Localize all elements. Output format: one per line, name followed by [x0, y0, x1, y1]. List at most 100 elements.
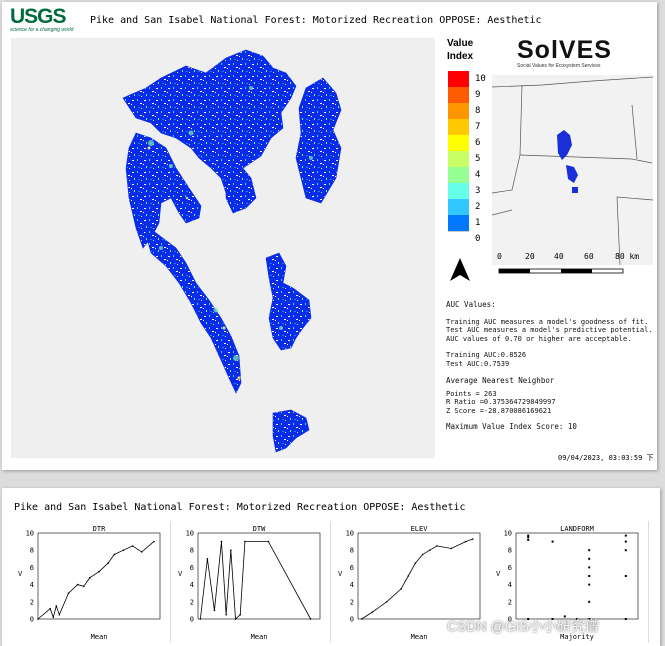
legend-label-8: 8 [475, 106, 481, 116]
forest-value-map [11, 38, 435, 458]
legend-swatch-3 [448, 183, 469, 199]
x-axis-label: Mean [91, 633, 108, 641]
data-point [428, 549, 431, 551]
data-point [206, 558, 209, 560]
data-point [624, 618, 627, 620]
data-point [153, 540, 155, 543]
data-point [98, 570, 100, 573]
x-axis-label: Mean [251, 633, 268, 641]
chart-title: DTW [253, 525, 266, 533]
data-point [244, 540, 246, 543]
y-tick-label: 2 [508, 598, 512, 606]
y-tick-label: 6 [190, 564, 194, 572]
data-point [107, 562, 109, 564]
scale-label-40: 40 [554, 252, 564, 261]
legend-swatch-0 [448, 231, 469, 232]
legend-label-9: 9 [475, 90, 481, 100]
north-arrow-icon [449, 257, 471, 287]
ann-points: Points = 263 [446, 389, 497, 398]
map-title: Pike and San Isabel National Forest: Mot… [90, 15, 542, 26]
response-line [199, 541, 311, 620]
solves-logo: SolVES [517, 36, 612, 64]
plot-area [197, 532, 321, 620]
data-point [76, 583, 79, 586]
max-value-index-score: Maximum Value Index Score: 10 [446, 422, 577, 431]
training-auc-row: Training AUC:0.8526 [446, 351, 656, 360]
data-point [239, 613, 242, 616]
y-tick-label: 8 [190, 547, 194, 555]
data-point [588, 549, 591, 552]
auc-statistics: AUC Values: Training AUC measures a mode… [446, 300, 656, 432]
chart-title: ELEV [411, 525, 429, 533]
scale-label-80: 80 km [615, 252, 640, 261]
y-axis-label: V [338, 570, 343, 578]
x-axis-label: Mean [411, 633, 428, 641]
map-panel: USGS science for a changing world Pike a… [2, 2, 657, 470]
data-point [414, 562, 417, 564]
y-axis-label: V [496, 570, 501, 578]
y-tick-label: 6 [508, 564, 512, 572]
legend-label-3: 3 [475, 186, 481, 196]
data-point [624, 549, 627, 552]
data-point [527, 534, 530, 537]
y-tick-label: 4 [350, 581, 354, 589]
locator-inset-map [491, 75, 654, 266]
data-point [371, 611, 374, 613]
training-auc-value: 0.8526 [500, 351, 527, 359]
y-tick-label: 4 [30, 581, 34, 589]
solves-subtitle: Social Values for Ecosystem Services [517, 63, 601, 69]
data-point [360, 618, 363, 620]
timestamp: 09/04/2023, 03:03:59 下 [558, 454, 654, 462]
y-tick-label: 2 [190, 598, 194, 606]
data-point [89, 576, 91, 579]
data-point [464, 540, 467, 543]
plot-area [357, 532, 481, 620]
y-tick-label: 10 [346, 530, 354, 538]
y-tick-label: 10 [186, 530, 194, 538]
data-point [230, 549, 232, 551]
watermark: CSDN @GIS小小研究僧 [447, 618, 599, 634]
y-tick-label: 6 [350, 564, 354, 572]
legend-swatch-2 [448, 199, 469, 215]
ann-z-score: Z Score =-28.870086169621 [446, 406, 552, 415]
legend-title: Value Index [447, 37, 473, 63]
usgs-logo: USGS science for a changing world [10, 5, 84, 37]
y-tick-label: 6 [30, 564, 34, 572]
chart-title: DTR [93, 525, 106, 533]
test-auc-label: Test AUC: [446, 359, 484, 368]
data-point [213, 609, 216, 612]
response-panel-title: Pike and San Isabel National Forest: Mot… [14, 502, 466, 513]
data-point [527, 538, 530, 541]
y-tick-label: 2 [350, 598, 354, 606]
y-tick-label: 4 [508, 581, 512, 589]
usgs-logo-text: USGS [10, 5, 67, 28]
response-chart-dtw: DTW 0 2 4 6 8 10 V Mean [172, 521, 331, 643]
data-point [400, 588, 402, 590]
data-point [588, 557, 591, 560]
response-line [37, 541, 155, 620]
auc-desc-3: AUC values of 0.70 or higher are accepta… [446, 334, 632, 343]
legend-title-line2: Index [447, 51, 474, 62]
plot-area [515, 532, 639, 620]
data-point [551, 540, 554, 543]
scale-label-20: 20 [525, 252, 535, 261]
training-auc-label: Training AUC: [446, 351, 501, 359]
legend-label-6: 6 [475, 138, 481, 148]
y-tick-label: 2 [30, 598, 34, 606]
data-point [436, 545, 438, 547]
data-point [407, 575, 410, 577]
auc-desc-1: Training AUC measures a model's goodness… [446, 317, 649, 326]
data-point [220, 540, 223, 543]
data-point [588, 575, 591, 577]
scale-bar: 0 20 40 60 80 km [497, 252, 647, 282]
legend-swatch-10 [448, 71, 469, 87]
data-point [421, 553, 424, 556]
data-point [113, 553, 116, 556]
data-point [527, 536, 530, 539]
y-tick-label: 8 [350, 547, 354, 555]
data-point [82, 585, 85, 588]
data-point [624, 540, 627, 543]
legend-label-2: 2 [475, 202, 481, 212]
legend-label-1: 1 [475, 218, 481, 228]
data-point [55, 605, 58, 607]
